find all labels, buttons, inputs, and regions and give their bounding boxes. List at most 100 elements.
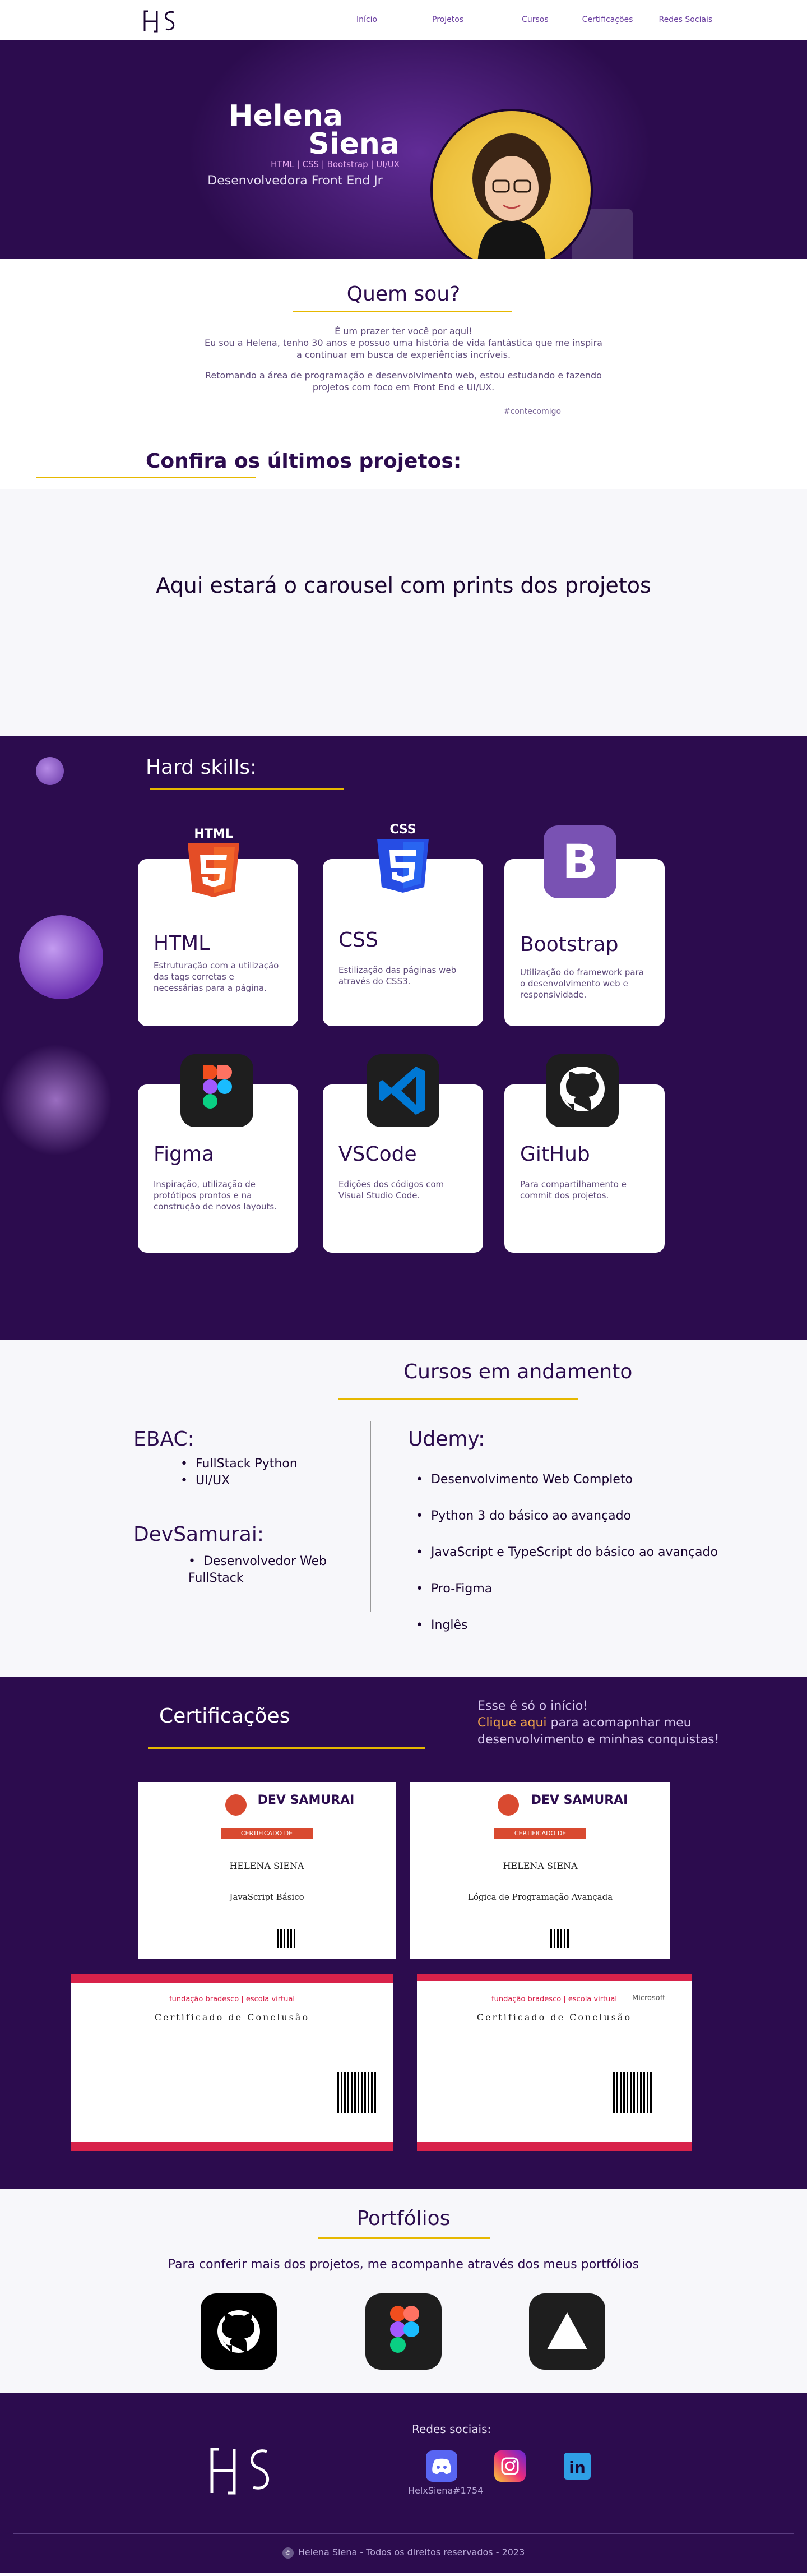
svg-text:B: B xyxy=(562,834,598,889)
course-item: Python 3 do básico ao avançado xyxy=(416,1498,718,1534)
certificate-devsamurai-js[interactable]: DEV SAMURAI CERTIFICADO DE PARTICIPAÇÃO … xyxy=(138,1782,396,1959)
skill-card-css: CSS CSS Estilização das páginas web atra… xyxy=(323,823,483,1026)
copyright-text: Helena Siena - Todos os direitos reserva… xyxy=(298,2547,525,2557)
projects-title-underline xyxy=(36,477,256,478)
certificate-bradesco-html[interactable]: fundação bradesco | escola virtual Certi… xyxy=(71,1974,393,2151)
qr-code xyxy=(613,2072,653,2113)
certifications-title: Certificações xyxy=(159,1705,290,1728)
projects-carousel[interactable]: Aqui estará o carousel com prints dos pr… xyxy=(0,489,807,736)
hs-logo[interactable] xyxy=(140,4,188,36)
course-item: Inglês xyxy=(416,1607,718,1644)
udemy-course-list: Desenvolvimento Web Completo Python 3 do… xyxy=(416,1461,718,1644)
nav-item-certificacoes[interactable]: Certificações xyxy=(582,15,633,24)
hero-stack: HTML | CSS | Bootstrap | UI/UX xyxy=(271,159,400,169)
certifications-section: Certificações Esse é só o início! Clique… xyxy=(0,1677,807,2189)
certifications-link[interactable]: Clique aqui xyxy=(477,1716,547,1730)
skill-description: Estilização das páginas web através do C… xyxy=(338,965,457,986)
skill-name: VSCode xyxy=(338,1143,417,1166)
skills-title: Hard skills: xyxy=(146,756,257,779)
qr-code xyxy=(550,1929,569,1948)
cert-recipient: HELENA SIENA xyxy=(229,1861,304,1871)
hero-role: Desenvolvedora Front End Jr xyxy=(207,174,383,188)
courses-title: Cursos em andamento xyxy=(404,1360,633,1383)
about-title: Quem sou? xyxy=(346,283,461,306)
courses-divider xyxy=(370,1421,371,1612)
about-text: É um prazer ter você por aqui! Eu sou a … xyxy=(202,325,605,393)
skill-name: Figma xyxy=(154,1143,215,1166)
figma-icon[interactable] xyxy=(365,2293,442,2370)
portfolios-title: Portfólios xyxy=(356,2207,451,2230)
nav-item-inicio[interactable]: Início xyxy=(356,15,377,24)
skill-description: Estruturação com a utilização das tags c… xyxy=(154,961,279,993)
discord-icon[interactable] xyxy=(426,2450,457,2482)
portfolios-subtitle: Para conferir mais dos projetos, me acom… xyxy=(168,2258,639,2272)
ebac-course-list: FullStack Python UI/UX xyxy=(180,1456,298,1489)
skill-card-github: GitHub Para compartilhamento e commit do… xyxy=(504,1054,665,1253)
decor-bubble xyxy=(36,757,64,785)
course-item: FullStack Python xyxy=(180,1456,298,1472)
skill-card-bootstrap: B Bootstrap Utilização do framework para… xyxy=(504,825,665,1026)
nav-menu: Início Projetos Cursos Certificações Red… xyxy=(347,15,712,24)
course-item: JavaScript e TypeScript do básico ao ava… xyxy=(416,1534,718,1571)
skill-name: GitHub xyxy=(520,1143,590,1166)
skill-description: Inspiração, utilização de protótipos pro… xyxy=(154,1179,277,1212)
course-item: Desenvolvedor Web FullStack xyxy=(188,1553,351,1587)
github-icon[interactable] xyxy=(201,2293,277,2370)
carousel-placeholder-text: Aqui estará o carousel com prints dos pr… xyxy=(156,573,651,598)
triangle-app-icon[interactable] xyxy=(529,2293,605,2370)
course-item: Desenvolvimento Web Completo xyxy=(416,1461,718,1498)
svg-text:CSS: CSS xyxy=(389,823,416,837)
nav-item-projetos[interactable]: Projetos xyxy=(432,15,463,24)
cert-title: Certificado de Conclusão xyxy=(154,2012,310,2023)
hero-section: Helena Siena HTML | CSS | Bootstrap | UI… xyxy=(0,40,807,259)
nav-item-cursos[interactable]: Cursos xyxy=(522,15,549,24)
cert-bottom-bar xyxy=(417,2142,692,2151)
html5-icon: HTML xyxy=(177,825,250,898)
nav-item-redes-sociais[interactable]: Redes Sociais xyxy=(658,15,712,24)
linkedin-icon[interactable]: in xyxy=(562,2450,593,2482)
certificate-bradesco-site[interactable]: fundação bradesco | escola virtual Micro… xyxy=(417,1974,692,2151)
hero-first-name: Helena xyxy=(229,99,343,133)
skill-card-html: HTML HTML Estruturação com a utilização … xyxy=(138,827,298,1026)
cert-course: JavaScript Básico xyxy=(229,1892,304,1902)
certificate-devsamurai-logica[interactable]: DEV SAMURAI CERTIFICADO DE PARTICIPAÇÃO … xyxy=(410,1782,670,1959)
courses-section: Cursos em andamento EBAC: FullStack Pyth… xyxy=(0,1340,807,1677)
cert-ribbon: CERTIFICADO DE PARTICIPAÇÃO xyxy=(221,1828,313,1848)
cert-brand: fundação bradesco | escola virtual xyxy=(169,1995,295,2003)
about-title-underline xyxy=(293,311,512,312)
portfolios-section: Portfólios Para conferir mais dos projet… xyxy=(0,2189,807,2393)
github-icon xyxy=(546,1054,619,1127)
cert-title: Certificado de Conclusão xyxy=(476,2012,632,2023)
cert-course: Lógica de Programação Avançada xyxy=(467,1892,613,1902)
skill-description: Para compartilhamento e commit dos proje… xyxy=(520,1179,627,1201)
copyright-icon: © xyxy=(282,2547,294,2559)
about-paragraph-1: É um prazer ter você por aqui! xyxy=(335,326,472,336)
course-provider-ebac: EBAC: xyxy=(133,1428,194,1451)
skills-title-underline xyxy=(150,788,344,790)
vscode-icon xyxy=(367,1054,439,1127)
cert-brand: DEV SAMURAI xyxy=(531,1793,628,1807)
social-title: Redes sociais: xyxy=(412,2422,491,2436)
certifications-note: Esse é só o início! Clique aqui para aco… xyxy=(477,1698,735,1748)
bootstrap-icon: B xyxy=(544,825,616,898)
certifications-title-underline xyxy=(148,1747,425,1749)
svg-text:HTML: HTML xyxy=(194,827,233,841)
cert-bottom-bar xyxy=(71,2142,393,2151)
projects-title: Confira os últimos projetos: xyxy=(146,450,462,473)
avatar xyxy=(430,109,593,259)
cert-recipient: HELENA SIENA xyxy=(503,1861,578,1871)
course-provider-devsamurai: DevSamurai: xyxy=(133,1523,264,1546)
skill-card-vscode: VSCode Edições dos códigos com Visual St… xyxy=(323,1054,483,1253)
qr-code xyxy=(277,1929,296,1948)
footer: Redes sociais: HelxSiena#1754 in © Helena… xyxy=(0,2393,807,2573)
skill-description: Utilização do framework para o desenvolv… xyxy=(520,967,644,1000)
skill-name: CSS xyxy=(338,929,378,952)
course-item: Pro-Figma xyxy=(416,1571,718,1607)
cert-partner: Microsoft xyxy=(632,1994,666,2002)
instagram-icon[interactable] xyxy=(494,2450,526,2482)
course-item: UI/UX xyxy=(180,1472,298,1489)
avatar-illustration xyxy=(472,133,551,259)
decor-bubble xyxy=(19,915,103,999)
skill-description: Edições dos códigos com Visual Studio Co… xyxy=(338,1179,444,1201)
skills-section: Hard skills: HTML HTML Estruturação com … xyxy=(0,736,807,1340)
